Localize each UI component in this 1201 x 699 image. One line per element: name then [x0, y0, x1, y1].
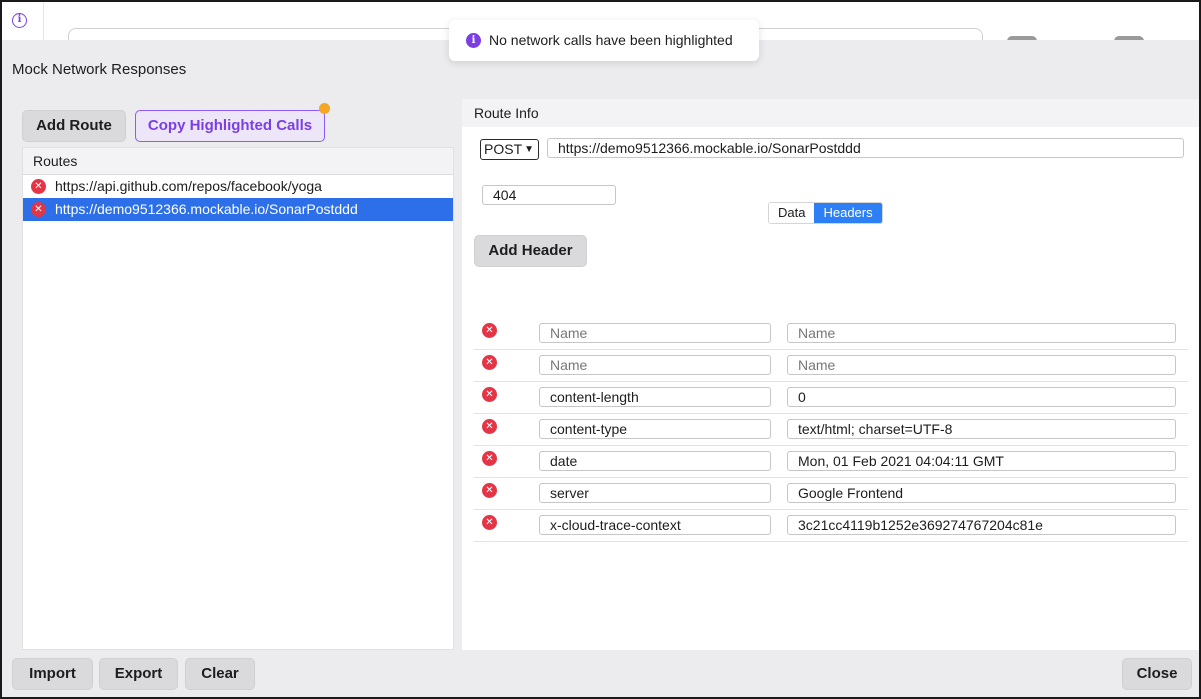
- header-name-input[interactable]: content-type: [539, 419, 771, 439]
- header-row: ✕ Name Name: [474, 318, 1188, 350]
- headers-table: ✕ Name Name ✕ Name Name ✕ content-length 0 ✕ conte…: [474, 318, 1188, 542]
- delete-header-icon[interactable]: ✕: [482, 419, 497, 434]
- chevron-down-icon: ▼: [524, 144, 534, 155]
- header-row: ✕ content-length 0: [474, 382, 1188, 414]
- route-info-header: Route Info: [462, 99, 1199, 127]
- header-name-input[interactable]: Name: [539, 355, 771, 375]
- route-item[interactable]: ✕ https://api.github.com/repos/facebook/…: [23, 175, 453, 198]
- tab-data[interactable]: Data: [769, 203, 815, 223]
- close-button[interactable]: Close: [1122, 658, 1192, 690]
- delete-header-icon[interactable]: ✕: [482, 387, 497, 402]
- delete-header-icon[interactable]: ✕: [482, 323, 497, 338]
- header-value-input[interactable]: Name: [787, 355, 1176, 375]
- header-value-input[interactable]: text/html; charset=UTF-8: [787, 419, 1176, 439]
- route-url: https://demo9512366.mockable.io/SonarPos…: [55, 201, 358, 217]
- header-value-input[interactable]: 3c21cc4119b1252e369274767204c81e: [787, 515, 1176, 535]
- header-name-input[interactable]: date: [539, 451, 771, 471]
- info-icon: i: [12, 13, 27, 28]
- route-item-selected[interactable]: ✕ https://demo9512366.mockable.io/SonarP…: [23, 198, 453, 221]
- header-name-input[interactable]: x-cloud-trace-context: [539, 515, 771, 535]
- delete-header-icon[interactable]: ✕: [482, 515, 497, 530]
- header-name-input[interactable]: content-length: [539, 387, 771, 407]
- delete-header-icon[interactable]: ✕: [482, 451, 497, 466]
- info-icon: i: [466, 33, 481, 48]
- export-button[interactable]: Export: [99, 658, 178, 690]
- window-frame: i Mock Network Responses Add Route Copy …: [0, 0, 1201, 699]
- route-info-panel: Route Info POST ▼ https://demo9512366.mo…: [462, 99, 1199, 650]
- status-code-input[interactable]: 404: [482, 185, 616, 205]
- header-row: ✕ date Mon, 01 Feb 2021 04:04:11 GMT: [474, 446, 1188, 478]
- route-url-input[interactable]: https://demo9512366.mockable.io/SonarPos…: [547, 138, 1184, 158]
- header-row: ✕ content-type text/html; charset=UTF-8: [474, 414, 1188, 446]
- tab-headers[interactable]: Headers: [814, 203, 882, 223]
- mock-network-dialog: Mock Network Responses Add Route Copy Hi…: [2, 40, 1199, 697]
- route-url: https://api.github.com/repos/facebook/yo…: [55, 178, 322, 194]
- header-name-input[interactable]: server: [539, 483, 771, 503]
- header-row: ✕ x-cloud-trace-context 3c21cc4119b1252e36…: [474, 510, 1188, 542]
- routes-panel: Routes ✕ https://api.github.com/repos/fa…: [22, 147, 454, 650]
- routes-header: Routes: [23, 148, 453, 175]
- method-select[interactable]: POST ▼: [480, 139, 539, 160]
- delete-header-icon[interactable]: ✕: [482, 355, 497, 370]
- clear-button[interactable]: Clear: [185, 658, 255, 690]
- data-headers-tabs: Data Headers: [768, 202, 883, 224]
- toast-message: No network calls have been highlighted: [489, 32, 733, 48]
- header-row: ✕ Name Name: [474, 350, 1188, 382]
- delete-route-icon[interactable]: ✕: [31, 202, 46, 217]
- header-value-input[interactable]: Name: [787, 323, 1176, 343]
- header-value-input[interactable]: Google Frontend: [787, 483, 1176, 503]
- import-button[interactable]: Import: [12, 658, 93, 690]
- header-row: ✕ server Google Frontend: [474, 478, 1188, 510]
- notification-dot: [319, 103, 330, 114]
- copy-highlighted-calls-button[interactable]: Copy Highlighted Calls: [135, 110, 325, 142]
- header-name-input[interactable]: Name: [539, 323, 771, 343]
- add-header-button[interactable]: Add Header: [474, 235, 587, 267]
- add-route-button[interactable]: Add Route: [22, 110, 126, 142]
- header-value-input[interactable]: Mon, 01 Feb 2021 04:04:11 GMT: [787, 451, 1176, 471]
- dialog-title: Mock Network Responses: [12, 61, 187, 78]
- toast-notification: i No network calls have been highlighted: [449, 20, 759, 61]
- delete-route-icon[interactable]: ✕: [31, 179, 46, 194]
- delete-header-icon[interactable]: ✕: [482, 483, 497, 498]
- header-value-input[interactable]: 0: [787, 387, 1176, 407]
